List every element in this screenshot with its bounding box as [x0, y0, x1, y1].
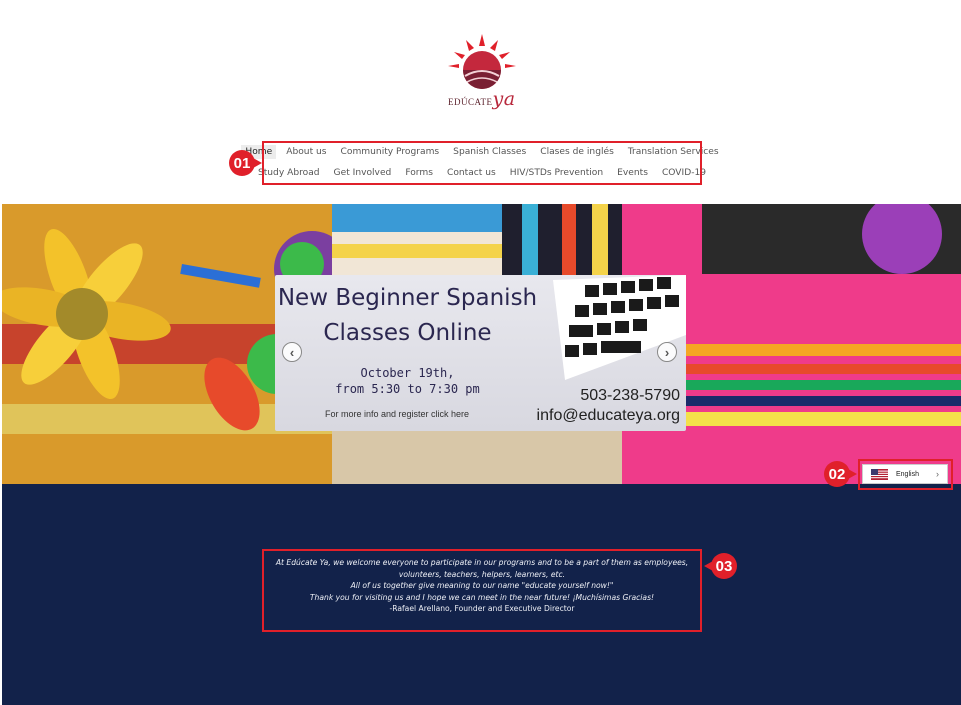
logo-word-prefix: EDÚCATE — [448, 97, 493, 107]
keyboard-image — [553, 275, 686, 380]
promo-card[interactable]: New Beginner Spanish Classes Online Octo… — [275, 275, 686, 431]
chevron-right-icon[interactable]: › — [657, 342, 677, 362]
page: EDÚCATEya Home About us Community Progra… — [0, 0, 961, 705]
annotation-box-01 — [262, 141, 702, 185]
promo-date-line-1: October 19th, — [360, 366, 455, 380]
logo-wordmark: EDÚCATEya — [448, 88, 516, 110]
promo-phone: 503-238-5790 — [580, 387, 680, 404]
logo-word-suffix: ya — [492, 88, 516, 110]
annotation-box-03 — [262, 549, 702, 632]
hero-slider[interactable]: New Beginner Spanish Classes Online Octo… — [2, 204, 961, 484]
annotation-box-02 — [858, 459, 953, 490]
annotation-badge-03: 03 — [704, 553, 737, 579]
promo-title-line-1: New Beginner Spanish — [277, 285, 538, 311]
promo-more-info-link[interactable]: For more info and register click here — [325, 409, 469, 419]
annotation-badge-02: 02 — [824, 461, 857, 487]
annotation-badge-01: 01 — [229, 150, 262, 176]
promo-title-line-2: Classes Online — [323, 320, 492, 346]
promo-email: info@educateya.org — [536, 407, 680, 424]
promo-date-line-2: from 5:30 to 7:30 pm — [335, 382, 480, 396]
chevron-left-icon[interactable]: ‹ — [282, 342, 302, 362]
